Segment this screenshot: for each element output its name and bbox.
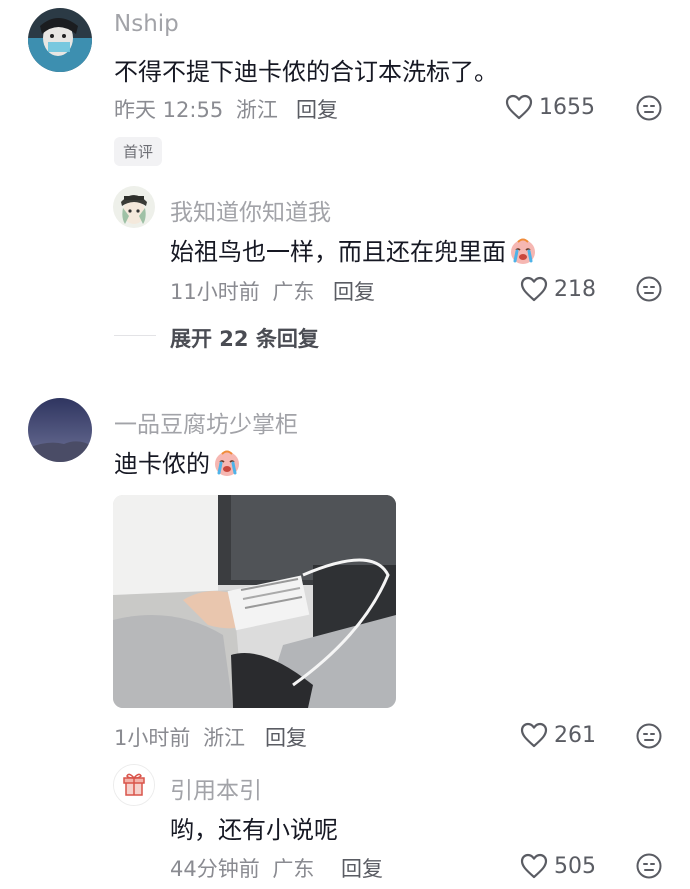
like-button[interactable]: 261 (520, 722, 596, 748)
comment-location: 浙江 (203, 726, 246, 750)
comment-text: 迪卡侬的 (114, 450, 210, 478)
comment-location: 浙江 (235, 98, 278, 122)
comment-text-line: 迪卡侬的 (114, 444, 242, 479)
like-button[interactable]: 1655 (505, 94, 595, 120)
comment-text: 不得不提下迪卡侬的合订本洗标了。 (114, 58, 498, 86)
expand-replies-button[interactable]: 展开 22 条回复 (170, 323, 319, 353)
comment-timestamp: 1小时前 (114, 726, 191, 750)
neutral-face-icon[interactable] (636, 276, 662, 302)
reply-button[interactable]: 回复 (296, 94, 338, 124)
heart-outline-icon (520, 722, 548, 748)
reply-button[interactable]: 回复 (341, 853, 383, 883)
reply-username[interactable]: 引用本引 (170, 771, 262, 805)
comment-timestamp: 昨天 12:55 (114, 98, 224, 122)
reply-username[interactable]: 我知道你知道我 (170, 193, 331, 227)
reply-location: 广东 (272, 857, 315, 881)
like-button[interactable]: 218 (520, 276, 596, 302)
reply-text: 始祖鸟也一样，而且还在兜里面 (170, 238, 506, 266)
avatar-reply-user[interactable] (113, 186, 155, 228)
like-button[interactable]: 505 (520, 853, 596, 879)
neutral-face-icon[interactable] (636, 853, 662, 879)
avatar-tofu-shop[interactable] (28, 398, 92, 462)
heart-outline-icon (520, 853, 548, 879)
comment-time: 昨天 12:55 浙江 (114, 94, 278, 124)
like-count: 218 (554, 276, 596, 302)
like-count: 1655 (539, 94, 595, 120)
avatar-nship[interactable] (28, 8, 92, 72)
heart-outline-icon (520, 276, 548, 302)
neutral-face-icon[interactable] (636, 723, 662, 749)
heart-outline-icon (505, 94, 533, 120)
crying-face-emoji (511, 238, 535, 264)
expand-divider (114, 335, 156, 336)
reply-text: 哟，还有小说呢 (170, 816, 338, 844)
first-comment-badge: 首评 (114, 137, 163, 166)
gift-icon (114, 765, 154, 805)
reply-time: 11小时前 广东 (170, 276, 314, 306)
neutral-face-icon[interactable] (636, 95, 662, 121)
reply-button[interactable]: 回复 (265, 722, 307, 752)
comment-photo[interactable] (113, 495, 396, 708)
reply-timestamp: 44分钟前 (170, 857, 260, 881)
crying-face-emoji (215, 450, 239, 476)
reply-button[interactable]: 回复 (333, 276, 375, 306)
avatar-gift-user[interactable] (113, 764, 155, 806)
reply-time: 44分钟前 广东 (170, 853, 314, 883)
reply-timestamp: 11小时前 (170, 280, 260, 304)
comment-username[interactable]: 一品豆腐坊少掌柜 (114, 405, 298, 439)
reply-text-line: 始祖鸟也一样，而且还在兜里面 (170, 232, 538, 267)
reply-location: 广东 (272, 280, 315, 304)
like-count: 505 (554, 853, 596, 879)
like-count: 261 (554, 722, 596, 748)
comment-time: 1小时前 浙江 (114, 722, 245, 752)
comment-username[interactable]: Nship (114, 11, 179, 37)
